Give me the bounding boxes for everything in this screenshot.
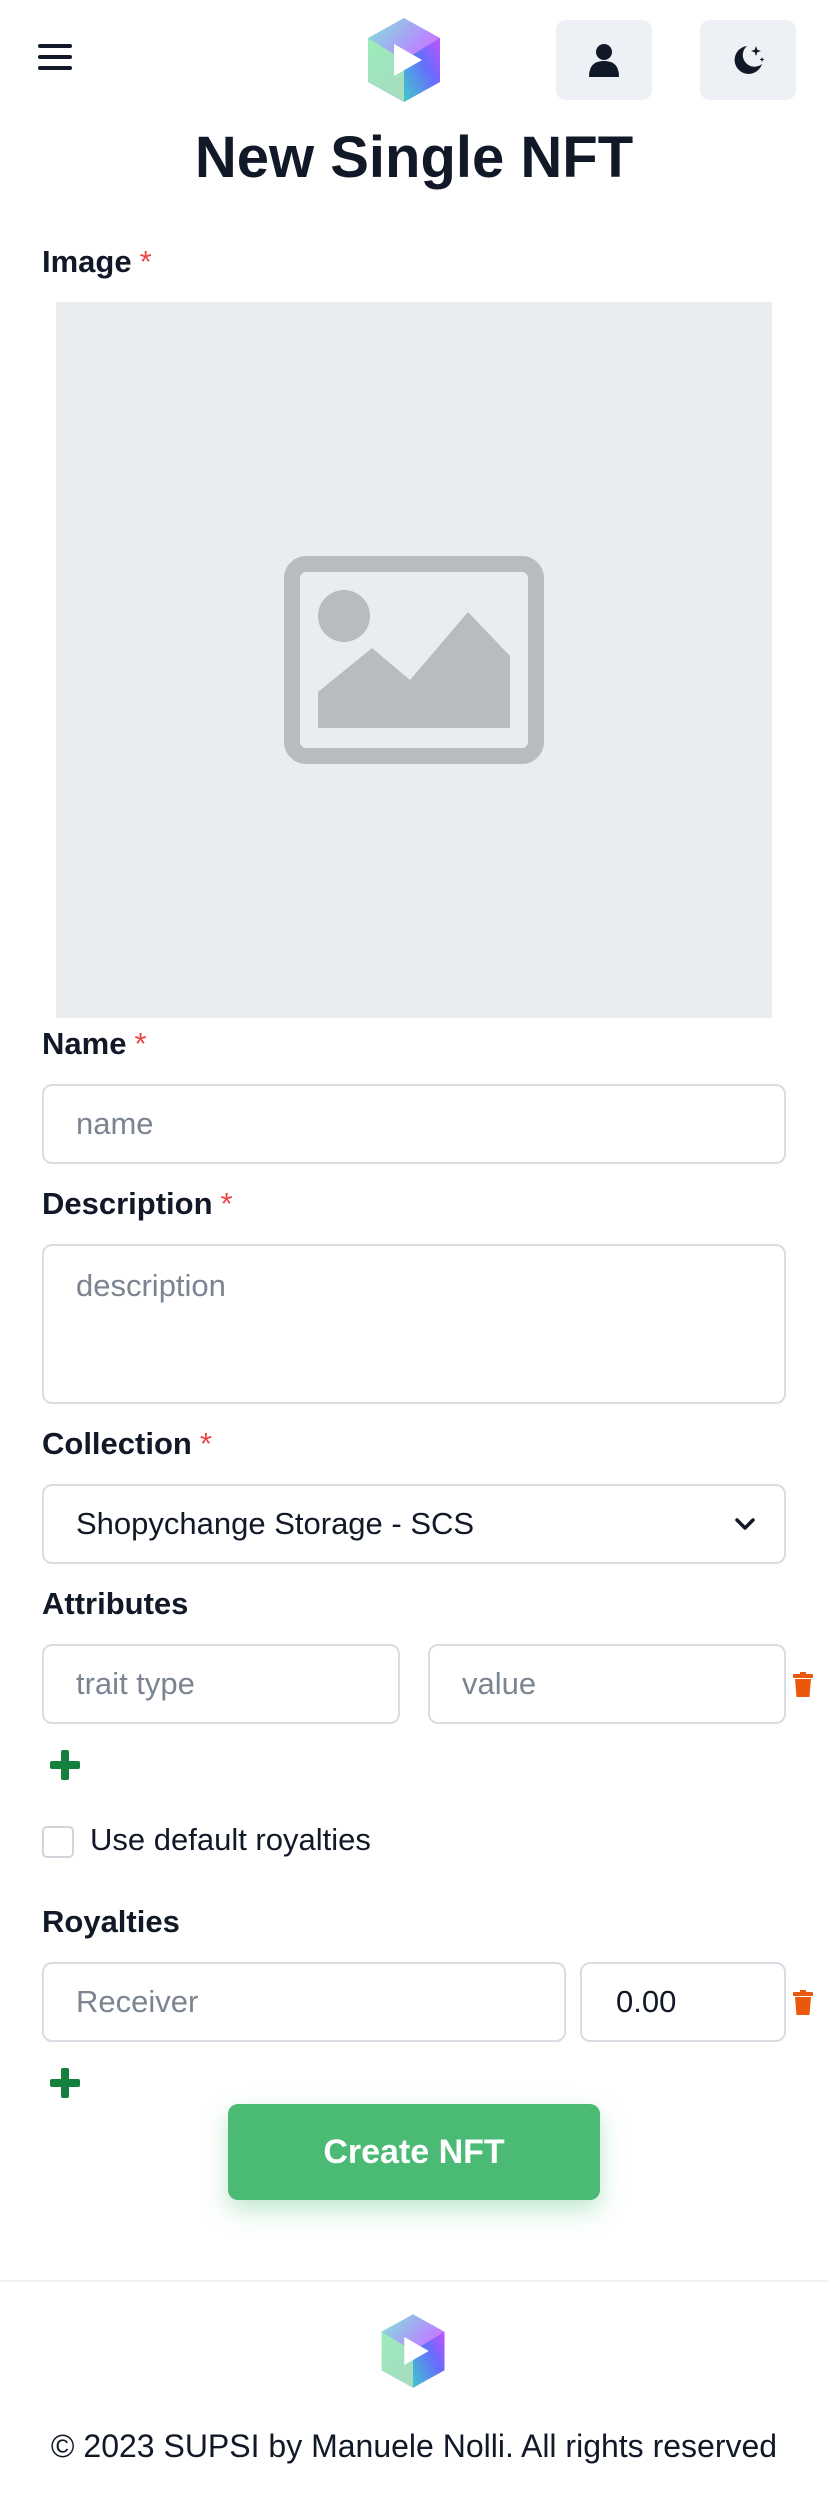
footer-divider [0,2280,828,2282]
page-title: New Single NFT [194,125,634,190]
description-textarea[interactable] [42,1244,786,1404]
required-asterisk: * [134,1026,147,1061]
required-asterisk: * [139,244,152,279]
image-upload-area[interactable] [56,302,772,1018]
image-label: Image * [42,244,152,279]
add-attribute-plus-icon[interactable] [48,1748,82,1782]
royalty-amount-input[interactable] [580,1962,786,2042]
name-input[interactable] [42,1084,786,1164]
required-asterisk: * [220,1186,233,1221]
required-asterisk: * [199,1426,212,1461]
royalties-label: Royalties [42,1904,180,1939]
image-placeholder-icon [284,556,544,764]
name-label: Name * [42,1026,147,1061]
moon-stars-icon [734,46,765,74]
user-icon [589,44,619,77]
theme-toggle-button[interactable] [700,20,796,100]
trait-type-input[interactable] [42,1644,400,1724]
collection-select[interactable]: Shopychange Storage - SCS [42,1484,786,1564]
hamburger-menu-icon[interactable] [38,44,72,72]
add-royalty-plus-icon[interactable] [48,2066,82,2100]
delete-royalty-trash-icon[interactable] [792,1990,814,2016]
footer-copyright: © 2023 SUPSI by Manuele Nolli. All right… [50,2428,778,2464]
royalty-receiver-input[interactable] [42,1962,566,2042]
footer-logo-icon [378,2312,448,2390]
use-default-royalties-label[interactable]: Use default royalties [90,1822,371,1858]
delete-attribute-trash-icon[interactable] [792,1672,814,1698]
attributes-label: Attributes [42,1586,189,1621]
description-label: Description * [42,1186,233,1221]
collection-selected-value: Shopychange Storage - SCS [76,1506,475,1541]
supsi-logo-icon[interactable] [364,16,444,104]
user-profile-button[interactable] [556,20,652,100]
collection-label: Collection * [42,1426,212,1461]
chevron-down-icon [735,1518,755,1530]
create-nft-button[interactable]: Create NFT [228,2104,600,2200]
use-default-royalties-checkbox[interactable] [42,1826,74,1858]
attribute-value-input[interactable] [428,1644,786,1724]
